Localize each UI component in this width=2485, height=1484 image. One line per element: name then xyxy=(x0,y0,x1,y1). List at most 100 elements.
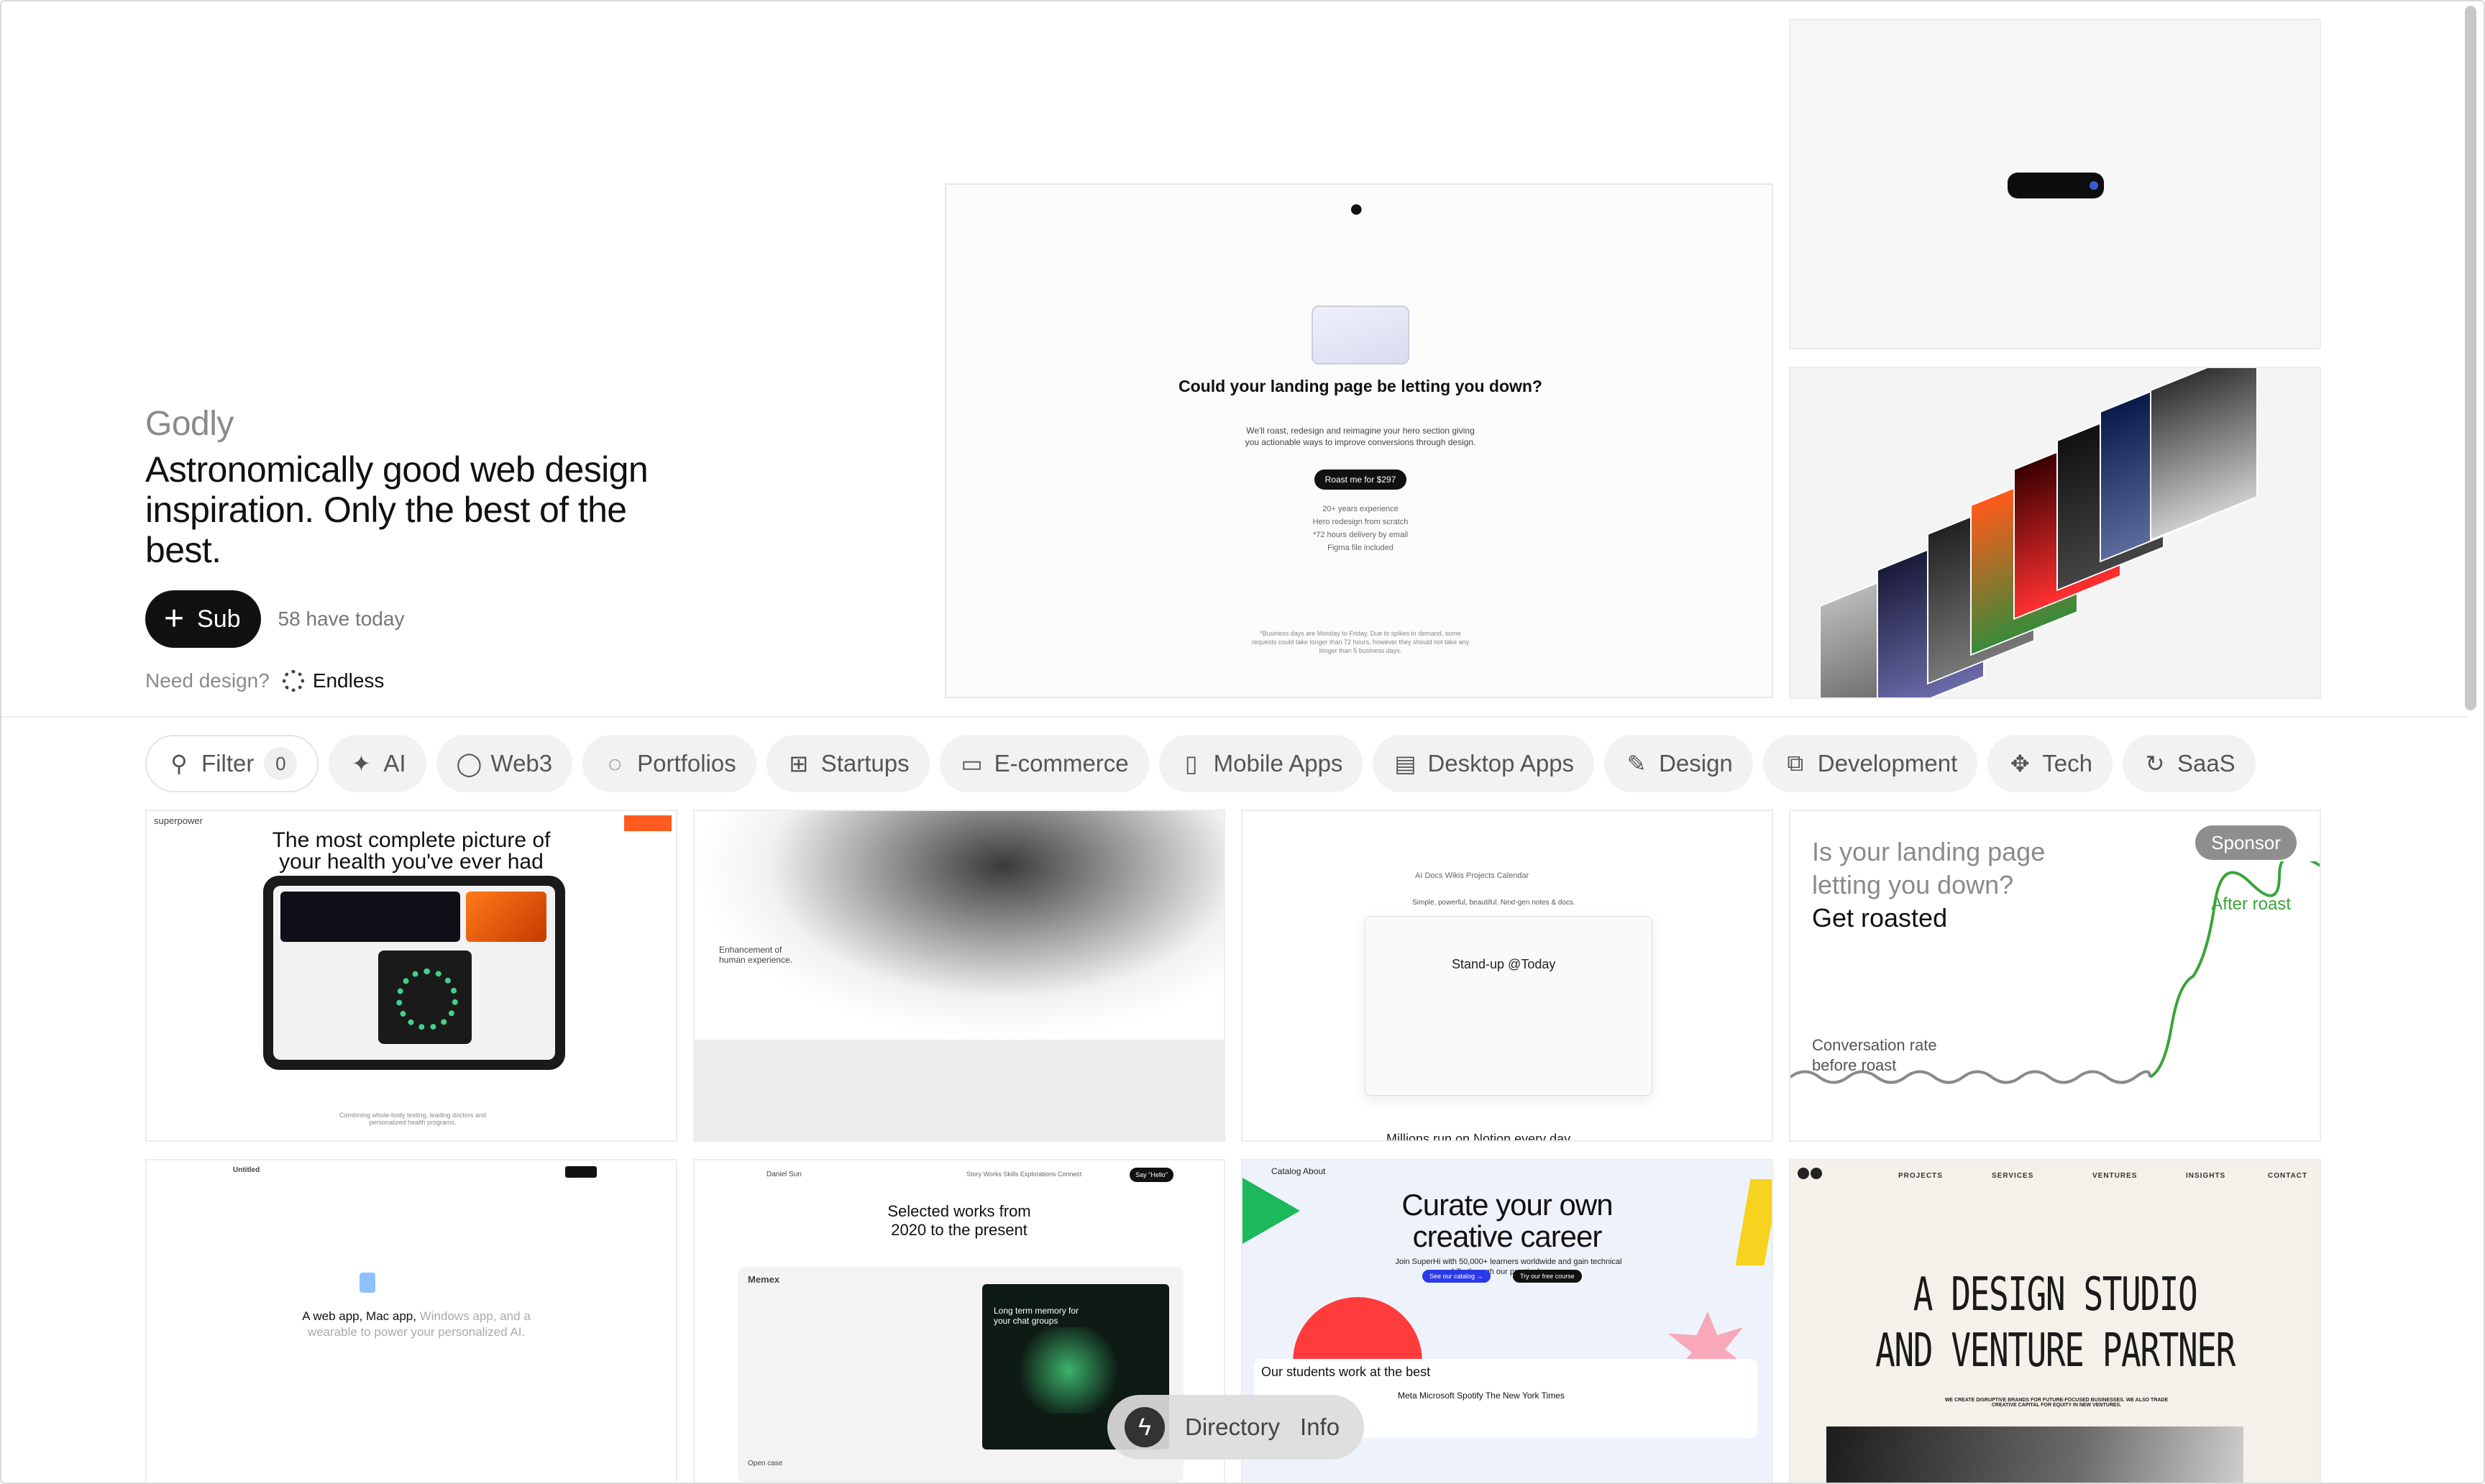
card-brand: Daniel Sun xyxy=(766,1171,802,1178)
bottom-nav-dock: ϟ Directory Info xyxy=(1107,1395,1365,1460)
site-card-augen[interactable]: Enhancement of human experience. xyxy=(693,810,1225,1142)
notion-footer: Millions run on Notion every day xyxy=(1386,1132,1571,1142)
portrait-image xyxy=(695,811,1224,1040)
hello-button: Say "Hello" xyxy=(1130,1168,1173,1182)
subscribe-button[interactable]: + Sub xyxy=(145,590,261,648)
logo-dot xyxy=(1811,1168,1822,1179)
browser-icon: ▤ xyxy=(1394,751,1417,777)
catalog-button: See our catalog → xyxy=(1422,1270,1491,1283)
chip-tech[interactable]: ✥ Tech xyxy=(1987,735,2113,792)
gray-band xyxy=(695,1040,1224,1140)
flame-logo-icon: ● xyxy=(1349,195,1364,222)
blocks-icon: ⊞ xyxy=(789,751,809,777)
chip-label: E-commerce xyxy=(994,750,1129,777)
dark-pill-shape xyxy=(2008,173,2104,198)
planet-icon: ◯ xyxy=(456,751,482,777)
section-divider xyxy=(1,716,2468,718)
site-card-superpower[interactable]: superpower The most complete picture of … xyxy=(145,810,677,1142)
headline-dark: A web app, Mac app, xyxy=(302,1309,416,1323)
subscribe-label: Sub xyxy=(197,605,241,633)
feature-item: 20+ years experience xyxy=(1322,505,1399,513)
preview-card-thumbnail xyxy=(1312,306,1409,365)
card-headline: The most complete picture of your health… xyxy=(272,828,551,874)
chip-web3[interactable]: ◯ Web3 xyxy=(436,735,573,792)
project-name: Memex xyxy=(748,1274,780,1285)
chip-mobile-apps[interactable]: ▯ Mobile Apps xyxy=(1158,735,1363,792)
site-card-design-studio[interactable]: PROJECTS SERVICES VENTURES INSIGHTS CONT… xyxy=(1789,1159,2321,1483)
nav-cta xyxy=(565,1166,597,1178)
card-nav: Story Works Skills Explorations Connect xyxy=(966,1171,1082,1178)
card-headline: A DESIGN STUDIO AND VENTURE PARTNER xyxy=(1864,1267,2246,1379)
filter-count-badge: 0 xyxy=(264,747,298,780)
chip-ecommerce[interactable]: ▭ E-commerce xyxy=(939,735,1149,792)
studio-nav-item: SERVICES xyxy=(1992,1172,2034,1180)
card-headline: Curate your own creative career xyxy=(1242,1189,1772,1252)
stack-image xyxy=(2150,368,2258,541)
preview-description: We'll roast, redesign and reimagine your… xyxy=(1245,426,1476,447)
card-headline: A web app, Mac app, Windows app, and a w… xyxy=(283,1309,549,1340)
need-design-row: Need design? Endless xyxy=(145,669,663,692)
headline-line: creative career xyxy=(1412,1219,1603,1253)
site-card-untitled[interactable]: Untitled A web app, Mac app, Windows app… xyxy=(145,1159,677,1483)
chip-saas[interactable]: ↻ SaaS xyxy=(2122,735,2256,792)
before-line: before roast xyxy=(1812,1056,1897,1074)
chip-portfolios[interactable]: ◌ Portfolios xyxy=(582,735,756,792)
filter-button[interactable]: ⚲ Filter 0 xyxy=(145,735,319,792)
need-design-label: Need design? xyxy=(145,669,270,692)
biological-age-ring xyxy=(378,951,472,1044)
card-nav: Catalog About xyxy=(1271,1166,1326,1176)
chip-label: Design xyxy=(1659,750,1733,777)
endless-link[interactable]: Endless xyxy=(282,669,384,692)
free-course-button: Try our free course xyxy=(1513,1270,1582,1283)
phone-icon: ▯ xyxy=(1184,751,1198,777)
studio-image xyxy=(1826,1426,2243,1483)
pen-icon: ✎ xyxy=(1626,751,1647,777)
roast-button[interactable]: Roast me for $297 xyxy=(1314,470,1406,490)
scrollbar[interactable] xyxy=(2465,6,2476,710)
studio-nav-item: PROJECTS xyxy=(1898,1172,1943,1180)
preview-thumbnail-dark-pill[interactable] xyxy=(1789,19,2321,349)
code-icon: ⧉ xyxy=(1787,750,1804,776)
feature-item: *72 hours delivery by email xyxy=(1312,531,1409,539)
studio-nav-item: VENTURES xyxy=(2092,1172,2138,1180)
subscriber-count: 58 have today xyxy=(278,608,405,630)
lightning-icon[interactable]: ϟ xyxy=(1125,1407,1165,1447)
chip-desktop-apps[interactable]: ▤ Desktop Apps xyxy=(1373,735,1595,792)
tagline: Astronomically good web design inspirati… xyxy=(145,449,649,570)
site-card-notion[interactable]: AI Docs Wikis Projects Calendar Simple, … xyxy=(1241,810,1773,1142)
dashboard-panel xyxy=(280,892,460,942)
browser-viewport: Godly Astronomically good web design ins… xyxy=(0,0,2485,1484)
card-subtext: WE CREATE DISRUPTIVE BRANDS FOR FUTURE-F… xyxy=(1944,1398,2169,1408)
subscribe-row: + Sub 58 have today xyxy=(145,590,663,648)
sliders-icon: ⚲ xyxy=(170,751,188,777)
chip-development[interactable]: ⧉ Development xyxy=(1762,735,1978,792)
chip-ai[interactable]: ✦ AI xyxy=(329,735,426,792)
chip-design[interactable]: ✎ Design xyxy=(1604,735,1753,792)
headline-line: Curate your own xyxy=(1401,1188,1613,1222)
chip-label: Tech xyxy=(2042,750,2092,777)
notion-window: Stand-up @Today xyxy=(1365,916,1652,1096)
feature-item: Figma file included xyxy=(1327,544,1393,552)
preview-thumbnail-stacked-images[interactable] xyxy=(1789,367,2321,699)
card-brand: superpower xyxy=(154,815,203,826)
refresh-icon: ↻ xyxy=(2145,751,2165,777)
chip-startups[interactable]: ⊞ Startups xyxy=(766,735,930,792)
cpu-icon: ✥ xyxy=(2010,751,2030,777)
preview-footnote: *Business days are Monday to Friday. Due… xyxy=(1251,630,1470,654)
notion-page-title: Stand-up @Today xyxy=(1452,957,1556,971)
preview-features: 20+ years experience Hero redesign from … xyxy=(946,503,1775,554)
card-subtext: Combining whole-body testing, leading do… xyxy=(339,1112,487,1126)
chip-label: Portfolios xyxy=(637,750,736,777)
directory-link[interactable]: Directory xyxy=(1185,1414,1280,1441)
before-line: Conversation rate xyxy=(1812,1036,1937,1054)
lightbulb-icon: ◌ xyxy=(608,750,622,777)
sponsor-card[interactable]: Is your landing page letting you down? G… xyxy=(1789,810,2321,1142)
headline-line: A DESIGN STUDIO xyxy=(1913,1268,2198,1322)
band-title: Our students work at the best xyxy=(1261,1365,1431,1379)
headline-line: AND VENTURE PARTNER xyxy=(1875,1324,2235,1378)
featured-preview[interactable]: ● Could your landing page be letting you… xyxy=(945,183,1773,698)
filter-label: Filter xyxy=(201,750,255,777)
tablet-screen xyxy=(273,886,555,1060)
info-link[interactable]: Info xyxy=(1300,1414,1340,1441)
brand-name[interactable]: Godly xyxy=(145,404,663,444)
